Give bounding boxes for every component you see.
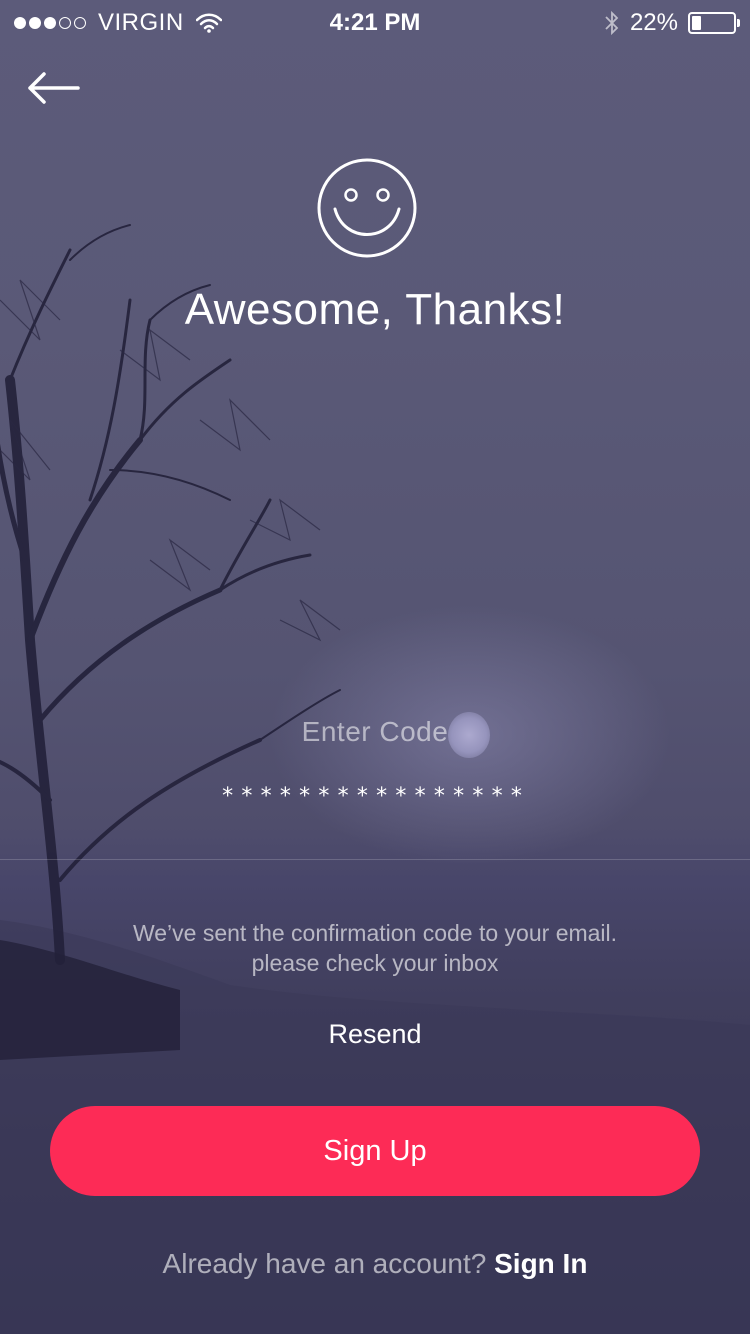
battery-icon <box>688 12 740 34</box>
signal-dot <box>14 17 26 29</box>
status-bar: VIRGIN 4:21 PM 22% <box>0 0 750 46</box>
status-right: 22% <box>604 9 740 37</box>
battery-level <box>692 16 701 30</box>
signal-dot <box>29 17 41 29</box>
info-line-1: We’ve sent the confirmation code to your… <box>132 920 618 946</box>
bluetooth-icon <box>605 10 619 36</box>
sign-in-link[interactable]: Sign In <box>494 1248 587 1279</box>
info-line-2: please check your inbox <box>251 950 499 976</box>
code-underline <box>0 859 750 860</box>
confirmation-info: We’ve sent the confirmation code to your… <box>0 918 750 978</box>
sign-up-button[interactable]: Sign Up <box>50 1106 700 1196</box>
sign-in-prompt-text: Already have an account? <box>162 1248 487 1279</box>
carrier-name: VIRGIN <box>98 9 184 36</box>
arrow-left-icon <box>28 72 80 104</box>
status-left: VIRGIN <box>14 9 222 37</box>
sign-in-prompt: Already have an account? Sign In <box>0 1248 750 1280</box>
touch-indicator <box>448 712 490 758</box>
code-input[interactable] <box>200 778 550 814</box>
back-button[interactable] <box>26 66 82 110</box>
signal-strength-icon <box>14 17 86 29</box>
smiley-face-icon <box>317 158 417 258</box>
signal-dot <box>44 17 56 29</box>
resend-button[interactable]: Resend <box>300 1014 450 1054</box>
code-field-label: Enter Code <box>301 716 449 747</box>
signal-dot <box>74 17 86 29</box>
wifi-icon <box>195 13 222 33</box>
battery-percent: 22% <box>629 9 678 36</box>
page-title: Awesome, Thanks! <box>184 285 566 334</box>
signal-dot <box>59 17 71 29</box>
